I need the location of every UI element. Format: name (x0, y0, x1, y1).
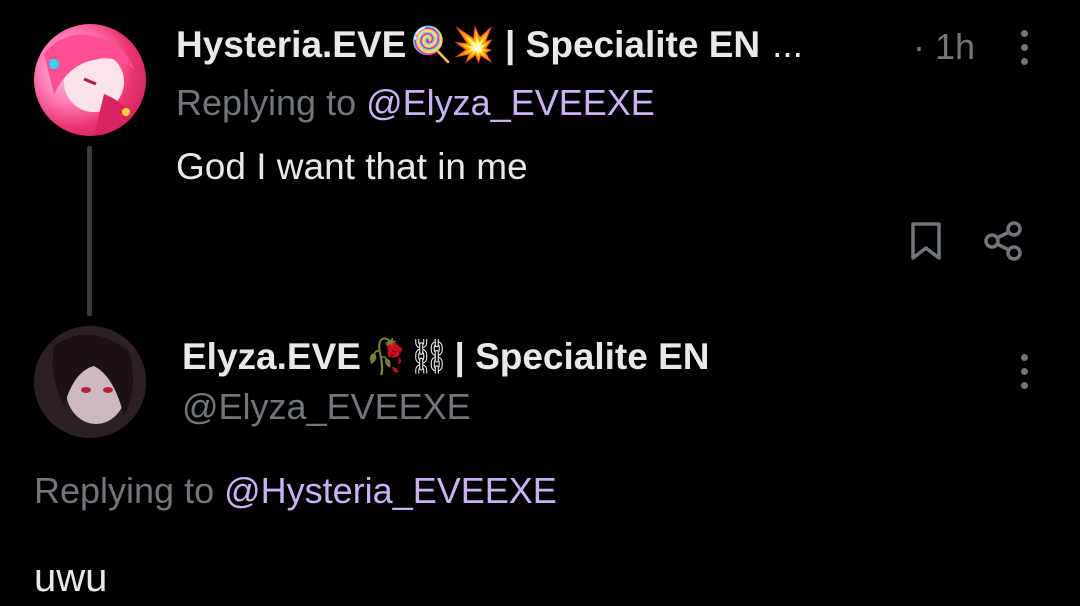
name-emojis: 🥀⛓ (364, 337, 451, 377)
name-suffix[interactable]: | Specialite EN (505, 24, 760, 66)
bookmark-icon[interactable] (906, 220, 946, 262)
mention-link[interactable]: @Elyza_EVEEXE (366, 82, 655, 123)
tweet-timestamp[interactable]: · 1h (913, 26, 975, 68)
replying-to-label: Replying to (176, 82, 357, 123)
replying-to-line: Replying to @Elyza_EVEEXE (176, 82, 655, 124)
replying-to-label: Replying to (34, 470, 215, 511)
more-options-icon[interactable] (1018, 30, 1030, 65)
author-name-row[interactable]: Hysteria.EVE 🍭💥 | Specialite EN ... (176, 24, 803, 66)
avatar-hysteria[interactable] (34, 24, 146, 136)
avatar-elyza-art (34, 326, 146, 438)
author-name-row[interactable]: Elyza.EVE 🥀⛓ | Specialite EN (182, 336, 710, 378)
tweet-text: God I want that in me (176, 146, 528, 187)
name-truncation: ... (772, 24, 803, 65)
display-name[interactable]: Hysteria.EVE (176, 24, 406, 66)
replying-to-line: Replying to @Hysteria_EVEEXE (34, 470, 557, 512)
name-suffix[interactable]: | Specialite EN (454, 336, 709, 378)
display-name[interactable]: Elyza.EVE (182, 336, 361, 378)
share-icon[interactable] (982, 220, 1024, 262)
more-options-icon[interactable] (1018, 354, 1030, 389)
tweet-text: uwu (34, 556, 108, 600)
avatar-elyza[interactable] (34, 326, 146, 438)
author-handle[interactable]: @Elyza_EVEEXE (182, 386, 471, 428)
thread-connector-line (87, 146, 92, 316)
avatar-hysteria-art (44, 34, 134, 136)
name-emojis: 🍭💥 (410, 25, 496, 65)
mention-link[interactable]: @Hysteria_EVEEXE (224, 470, 557, 511)
